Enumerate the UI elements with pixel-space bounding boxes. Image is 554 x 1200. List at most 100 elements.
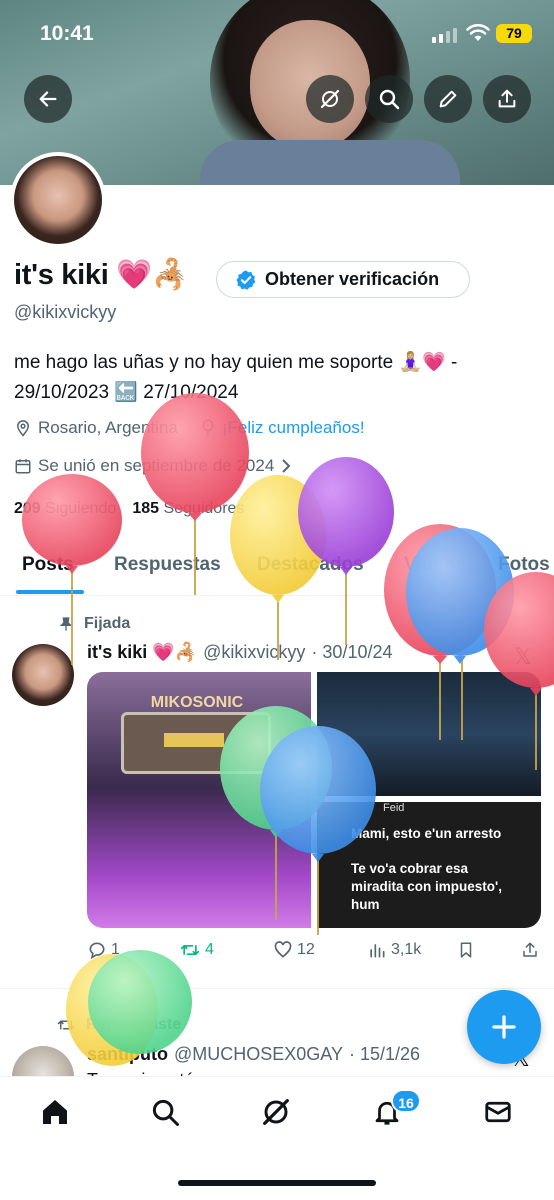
compose-button[interactable] [467, 990, 541, 1064]
followers-link[interactable]: 185 Seguidores [132, 500, 244, 518]
post-author-handle: @kikixvickyy [203, 642, 306, 662]
grok-icon [320, 89, 340, 109]
get-verified-label: Obtener verificación [265, 269, 440, 289]
media-feid-label: Feid [383, 802, 405, 814]
cassette-label [164, 733, 224, 747]
joined-text: Se unió en septiembre de 2024 [38, 456, 275, 475]
media-quote-1: Mami, esto e'un arresto [351, 826, 502, 841]
second-post-date: · 15/1/26 [348, 1044, 421, 1064]
second-post-author-handle: @MUCHOSEX0GAY [174, 1044, 343, 1064]
banner-photo-shirt [200, 140, 460, 185]
envelope-icon [485, 1101, 511, 1123]
nav-grok[interactable] [259, 1095, 293, 1129]
share-button[interactable] [483, 75, 531, 123]
edit-button[interactable] [424, 75, 472, 123]
follow-counts: 209 Siguiendo 185 Seguidores [14, 500, 244, 518]
battery-indicator: 79 [496, 24, 532, 43]
signal-icon [432, 28, 457, 43]
following-label: Siguiendo [45, 500, 117, 517]
media-photo-3[interactable]: Feid Mami, esto e'un arresto Te vo'a cob… [317, 802, 541, 928]
reply-count: 1 [111, 941, 120, 958]
views-button[interactable]: 3,1k [367, 940, 421, 960]
retweet-button[interactable]: 4 [179, 940, 214, 960]
chevron-right-icon[interactable] [280, 458, 292, 474]
profile-name-row: it's kiki 💗🦂 [14, 258, 188, 292]
home-indicator [178, 1180, 376, 1186]
birthday-link[interactable]: ¡Feliz cumpleaños! [222, 418, 365, 438]
profile-avatar[interactable] [10, 152, 106, 248]
following-count: 209 [14, 500, 41, 517]
bookmark-icon [460, 942, 472, 958]
get-verified-button[interactable]: Obtener verificación [216, 261, 470, 298]
post-header: it's kiki 💗🦂 @kikixvickyy · 30/10/24 [87, 642, 392, 663]
views-icon [370, 944, 385, 958]
post-share-button[interactable] [521, 940, 539, 960]
tab-replies[interactable]: Respuestas [114, 554, 221, 576]
like-count: 12 [297, 941, 315, 958]
pin-icon [59, 617, 73, 631]
avatar-photo [14, 156, 102, 244]
cassette-graphic [121, 712, 271, 774]
following-link[interactable]: 209 Siguiendo [14, 500, 116, 518]
followers-label: Seguidores [163, 500, 245, 517]
grok-icon [263, 1099, 289, 1125]
location-pin-icon [16, 420, 30, 437]
search-icon [379, 89, 400, 110]
like-button[interactable]: 12 [273, 940, 315, 960]
views-count: 3,1k [391, 941, 422, 958]
arrow-left-icon [39, 91, 57, 107]
heart-icon [274, 941, 292, 958]
verified-badge-icon [236, 269, 256, 290]
second-post-author-name[interactable]: santiputo [87, 1044, 168, 1065]
post-avatar-photo [12, 644, 74, 706]
search-icon [152, 1099, 179, 1126]
followers-count: 185 [132, 500, 160, 517]
post-actions: 1 4 12 3,1k [87, 940, 541, 964]
profile-meta-location: Rosario, Argentina ¡Feliz cumpleaños! [14, 418, 365, 438]
grok-button[interactable] [306, 75, 354, 123]
profile-tabs: Posts Respuestas Destacados Videos Fotos [0, 546, 554, 596]
profile-name: it's kiki 💗🦂 [14, 259, 188, 291]
repost-indicator: Reposteaste [56, 1016, 181, 1034]
tab-photos[interactable]: Fotos [498, 554, 550, 576]
pinned-label: Fijada [84, 615, 131, 632]
balloon-birthday-icon [202, 419, 214, 436]
bio-line-2: 29/10/2023 🔙 27/10/2024 [14, 382, 239, 403]
balloon-green-2 [88, 950, 192, 1054]
profile-handle: @kikixvickyy [14, 302, 117, 322]
nav-messages[interactable] [481, 1095, 515, 1129]
post-media-grid: MIKOSONIC Feid Mami, esto e'un arresto T… [87, 672, 541, 928]
notifications-badge: 16 [391, 1089, 421, 1113]
pinned-indicator: Fijada [58, 615, 130, 633]
bio-line-1: me hago las uñas y no hay quien me sopor… [14, 352, 458, 373]
nav-home[interactable] [38, 1095, 72, 1129]
search-button[interactable] [365, 75, 413, 123]
media-quote-2: Te vo'a cobrar esa miradita con impuesto… [351, 861, 502, 912]
bookmark-button[interactable] [457, 940, 475, 960]
share-icon [523, 942, 537, 957]
reply-icon [89, 942, 105, 960]
profile-meta-joined: Se unió en septiembre de 2024 [14, 456, 292, 476]
grok-post-icon[interactable]: 𝕏 [514, 644, 532, 670]
media-photo-1[interactable]: MIKOSONIC [87, 672, 311, 928]
post-date: · 30/10/24 [311, 642, 393, 662]
media-photo-2[interactable] [317, 672, 541, 796]
tab-posts[interactable]: Posts [22, 554, 74, 576]
retweet-count: 4 [205, 941, 214, 958]
tab-videos[interactable]: Videos [404, 554, 466, 576]
post-author-name[interactable]: it's kiki 💗🦂 [87, 642, 197, 663]
profile-bio: me hago las uñas y no hay quien me sopor… [14, 348, 544, 408]
calendar-icon [15, 459, 31, 474]
second-post-header: santiputo @MUCHOSEX0GAY · 15/1/26 [87, 1044, 420, 1065]
wifi-icon [466, 24, 490, 41]
post-avatar[interactable] [12, 644, 74, 706]
reposted-label: Reposteaste [86, 1016, 182, 1033]
nav-search[interactable] [148, 1095, 182, 1129]
tab-highlights[interactable]: Destacados [257, 554, 364, 576]
post-divider [0, 988, 554, 989]
reply-button[interactable]: 1 [87, 940, 120, 960]
share-icon [498, 89, 516, 108]
back-button[interactable] [24, 75, 72, 123]
status-bar: 10:41 79 [0, 0, 554, 64]
retweet-icon [57, 1020, 75, 1030]
